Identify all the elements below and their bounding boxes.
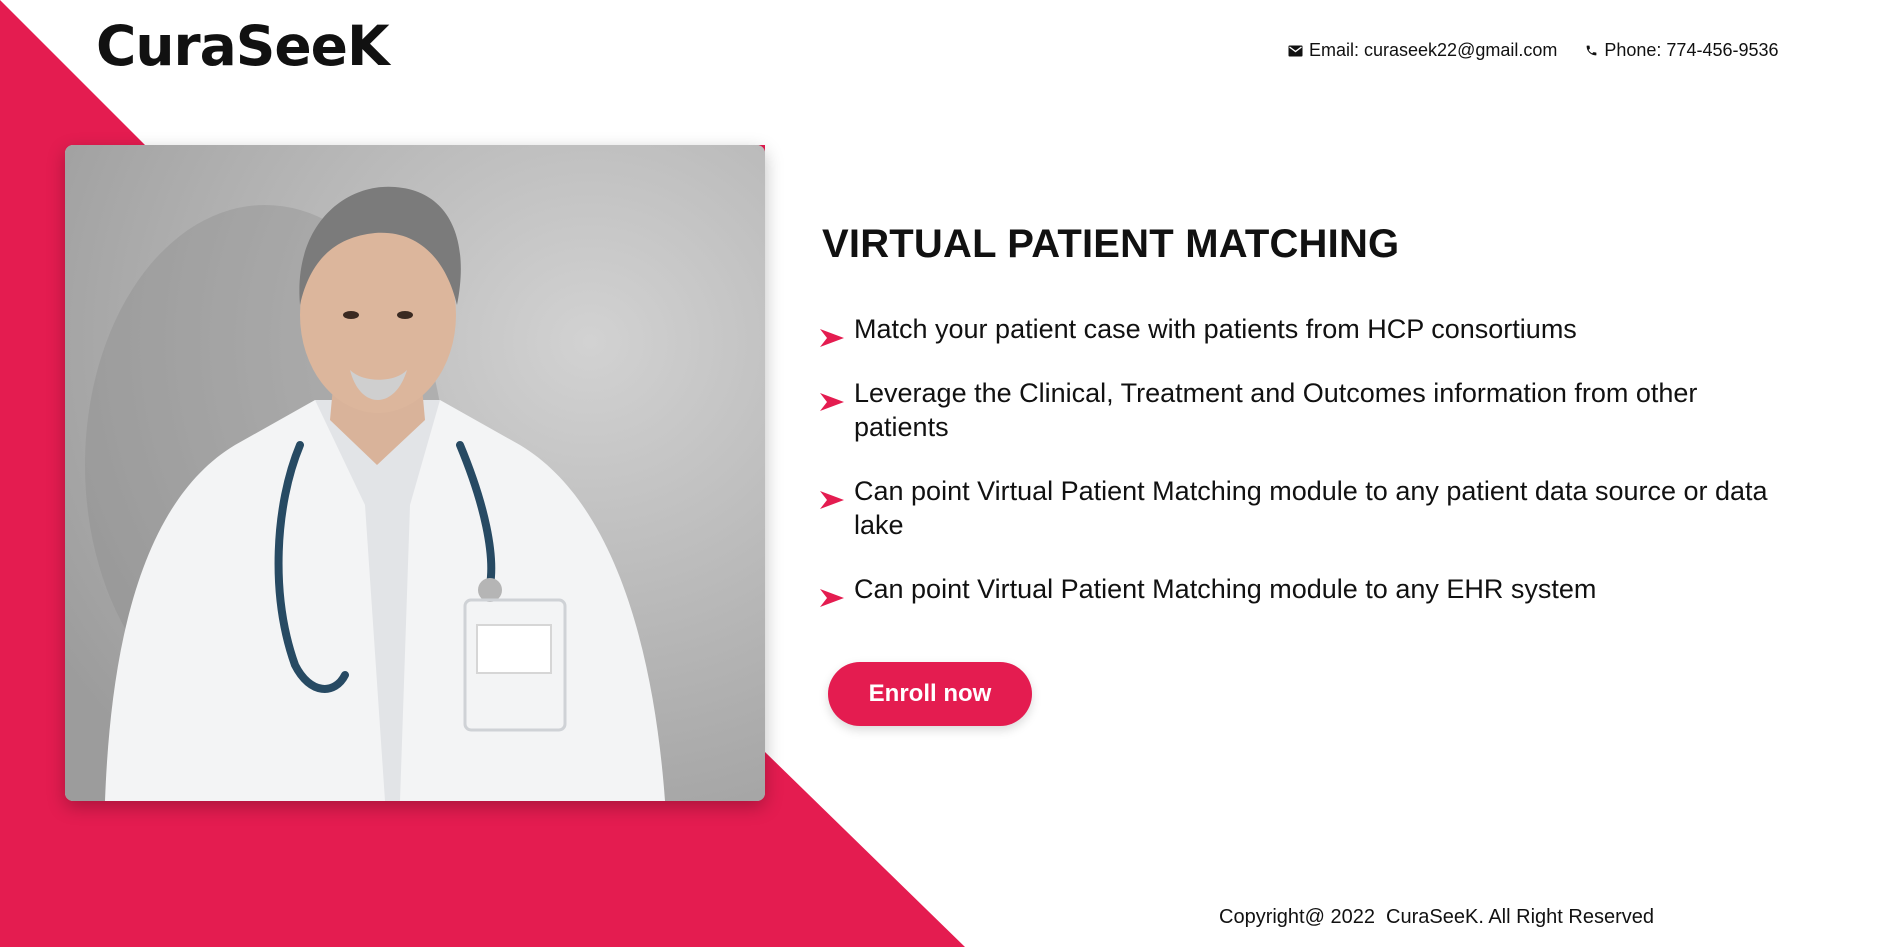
arrow-right-icon (820, 321, 844, 355)
email-contact[interactable]: Email: curaseek22@gmail.com (1288, 40, 1557, 61)
feature-text: Can point Virtual Patient Matching modul… (854, 476, 1768, 540)
arrow-right-icon (820, 483, 844, 517)
footer-copyright: Copyright@ 2022 CuraSeeK. All Right Rese… (1219, 906, 1654, 928)
feature-text: Leverage the Clinical, Treatment and Out… (854, 378, 1698, 442)
email-text: Email: curaseek22@gmail.com (1309, 40, 1558, 60)
arrow-right-icon (820, 581, 844, 615)
arrow-right-icon (820, 385, 844, 419)
feature-text: Match your patient case with patients fr… (854, 314, 1577, 344)
feature-text: Can point Virtual Patient Matching modul… (854, 574, 1597, 604)
phone-icon (1585, 44, 1598, 57)
phone-contact[interactable]: Phone: 774-456-9536 (1585, 40, 1779, 61)
list-item: Can point Virtual Patient Matching modul… (818, 572, 1798, 607)
list-item: Can point Virtual Patient Matching modul… (818, 474, 1798, 542)
site-logo[interactable]: CuraSeeK (96, 14, 390, 78)
envelope-icon (1288, 45, 1303, 57)
page-title: VIRTUAL PATIENT MATCHING (822, 222, 1400, 266)
list-item: Leverage the Clinical, Treatment and Out… (818, 376, 1798, 444)
list-item: Match your patient case with patients fr… (818, 312, 1798, 347)
enroll-now-button[interactable]: Enroll now (828, 662, 1032, 726)
phone-text: Phone: 774-456-9536 (1604, 40, 1779, 60)
doctor-photo (65, 145, 765, 801)
feature-list: Match your patient case with patients fr… (818, 312, 1798, 607)
contact-info: Email: curaseek22@gmail.com Phone: 774-4… (1288, 40, 1779, 61)
